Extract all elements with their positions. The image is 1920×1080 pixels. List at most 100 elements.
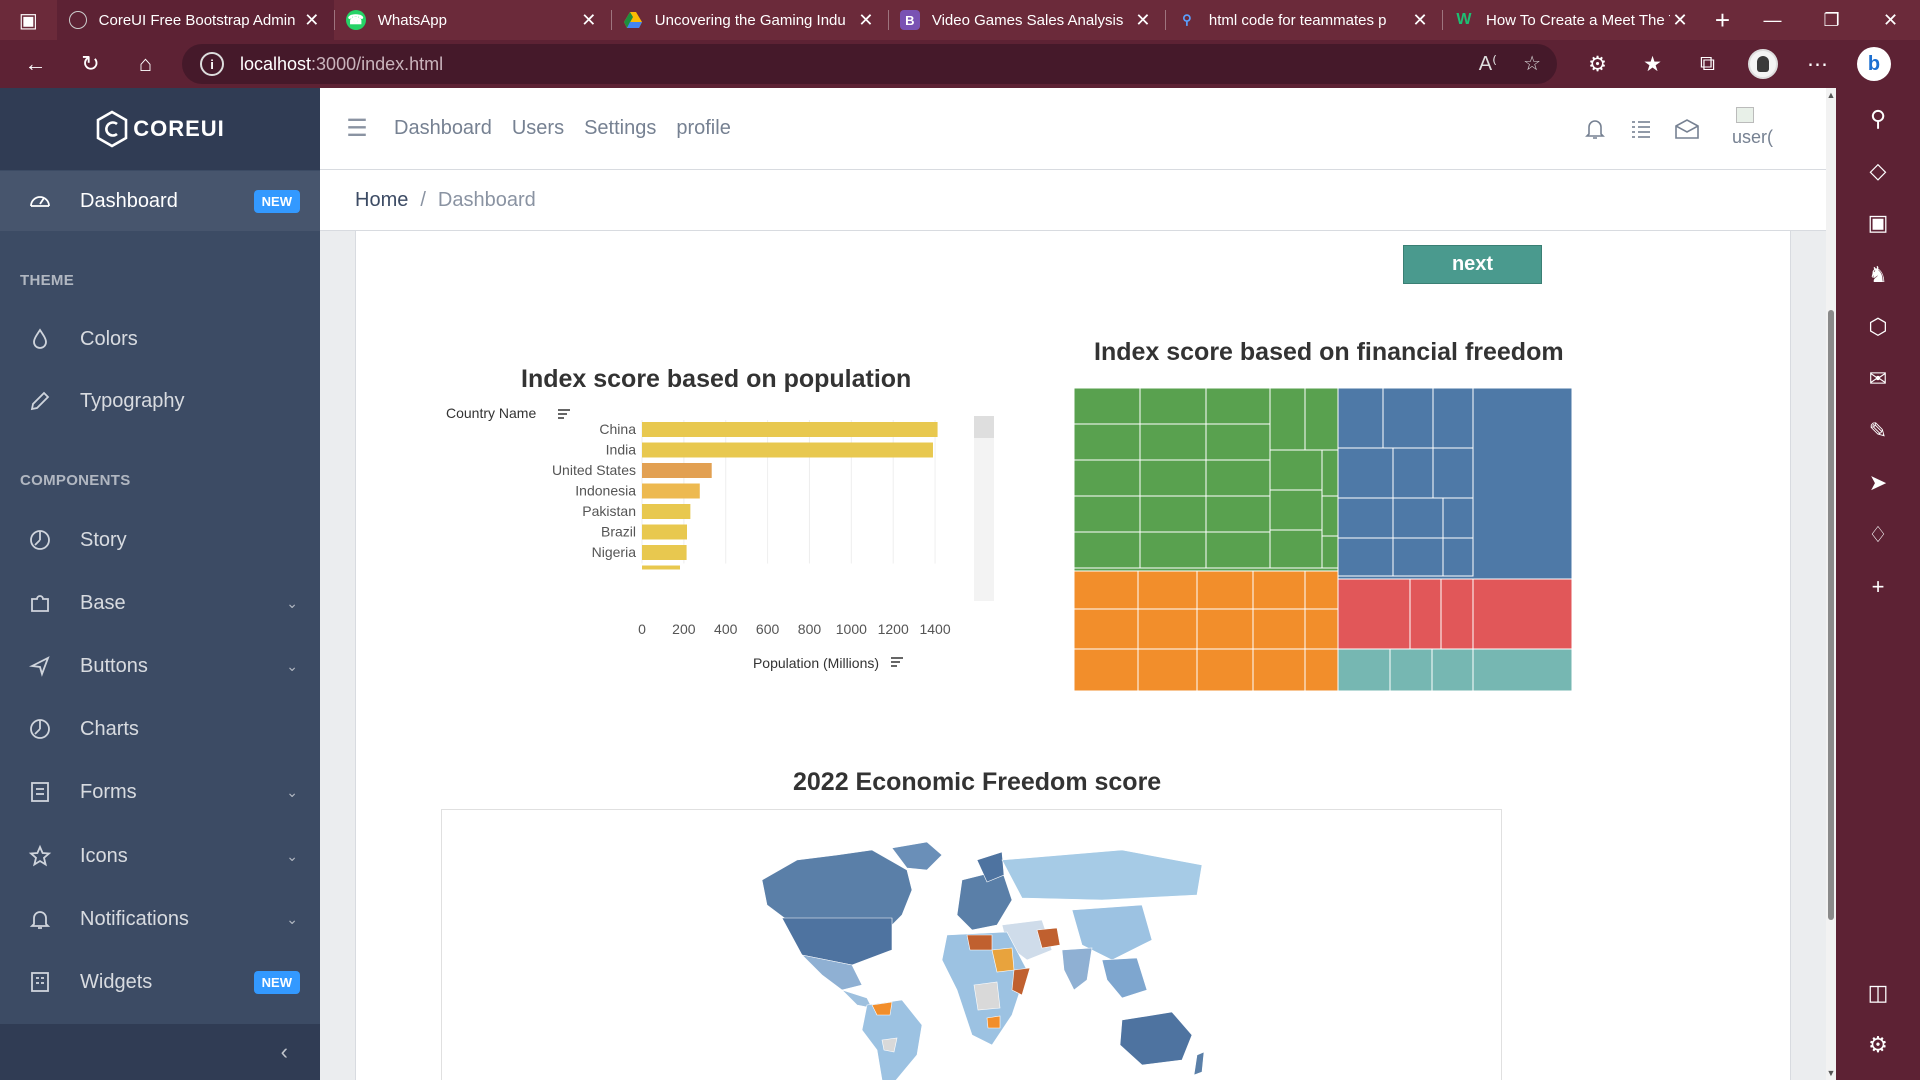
treemap-cell[interactable] (1074, 388, 1141, 425)
chart-scrollbar[interactable] (974, 416, 994, 601)
treemap-cell[interactable] (1337, 578, 1411, 650)
treemap-cell[interactable] (1337, 497, 1394, 539)
treemap-cell[interactable] (1252, 570, 1306, 610)
treemap-cell[interactable] (1074, 423, 1141, 461)
favorites-icon[interactable]: ★ (1625, 52, 1680, 77)
close-icon[interactable]: ✕ (856, 10, 876, 31)
treemap-cell[interactable] (1337, 447, 1394, 499)
new-tab-icon[interactable]: + (1702, 0, 1743, 40)
sidebar-item-widgets[interactable]: Widgets NEW (0, 952, 320, 1012)
sidebar-item-notifications[interactable]: Notifications ⌄ (0, 889, 320, 949)
close-window-icon[interactable]: ✕ (1861, 0, 1920, 40)
browser-tab[interactable]: Uncovering the Gaming Indu ✕ (610, 0, 888, 40)
treemap-cell[interactable] (1409, 578, 1442, 650)
games-icon[interactable]: ♞ (1836, 262, 1920, 288)
treemap-cell[interactable] (1139, 388, 1207, 425)
breadcrumb-home[interactable]: Home (355, 189, 408, 212)
sidebar-item-typography[interactable]: Typography (0, 371, 320, 431)
chart-scrollbar-thumb[interactable] (974, 416, 994, 438)
envelope-icon[interactable] (1664, 117, 1710, 141)
treemap-cell[interactable] (1337, 648, 1391, 692)
sidebar-item-charts[interactable]: Charts (0, 699, 320, 759)
browser-tab[interactable]: ☎ WhatsApp ✕ (333, 0, 611, 40)
treemap-cell[interactable] (1139, 423, 1207, 461)
page-scrollbar[interactable]: ▲ ▼ (1826, 88, 1836, 1080)
treemap-cell[interactable] (1139, 531, 1207, 569)
treemap-cell[interactable] (1196, 570, 1254, 610)
add-icon[interactable]: + (1836, 574, 1920, 600)
profile-avatar[interactable] (1735, 49, 1790, 79)
header-nav-users[interactable]: Users (512, 117, 564, 140)
close-icon[interactable]: ✕ (302, 10, 322, 31)
treemap-cell[interactable] (1205, 495, 1271, 533)
sidebar-item-base[interactable]: Base ⌄ (0, 573, 320, 633)
sort-icon[interactable] (558, 409, 570, 419)
treemap-cell[interactable] (1205, 423, 1271, 461)
bing-icon[interactable]: b (1857, 47, 1891, 81)
treemap-cell[interactable] (1389, 648, 1433, 692)
url-field[interactable]: i localhost :3000/index.html A⁽ ☆ (182, 44, 1557, 84)
treemap-cell[interactable] (1137, 570, 1198, 610)
treemap-cell[interactable] (1431, 648, 1474, 692)
read-aloud-icon[interactable]: A⁽ (1479, 51, 1497, 76)
sort-icon[interactable] (891, 657, 903, 667)
chevron-left-icon[interactable]: ‹ (281, 1039, 288, 1065)
tag-icon[interactable]: ◇ (1836, 158, 1920, 184)
site-info-icon[interactable]: i (200, 52, 224, 76)
sidebar-item-forms[interactable]: Forms ⌄ (0, 762, 320, 822)
treemap-cell[interactable] (1196, 648, 1254, 692)
tab-actions-icon[interactable]: ▣ (0, 0, 57, 40)
treemap-cell[interactable] (1337, 388, 1384, 449)
header-nav-dashboard[interactable]: Dashboard (394, 117, 492, 140)
treemap-cell[interactable] (1442, 497, 1474, 539)
treemap-cell[interactable] (1304, 388, 1339, 451)
bar[interactable] (642, 524, 688, 540)
avatar[interactable]: user( (1732, 107, 1792, 151)
browser-tab[interactable]: CoreUI Free Bootstrap Admin ✕ (56, 0, 334, 40)
header-nav-profile[interactable]: profile (676, 117, 730, 140)
split-screen-icon[interactable]: ◫ (1836, 980, 1920, 1006)
bar[interactable] (642, 504, 691, 519)
treemap-cell[interactable] (1074, 459, 1141, 497)
home-icon[interactable]: ⌂ (118, 40, 173, 88)
treemap-cell[interactable] (1269, 489, 1323, 531)
reload-icon[interactable]: ↻ (63, 40, 118, 88)
close-icon[interactable]: ✕ (1410, 10, 1430, 31)
sidebar-item-buttons[interactable]: Buttons ⌄ (0, 636, 320, 696)
treemap-cell[interactable] (1321, 495, 1339, 537)
extensions-icon[interactable]: ⚙ (1570, 52, 1625, 77)
close-icon[interactable]: ✕ (1133, 10, 1153, 31)
scroll-down-icon[interactable]: ▼ (1826, 1068, 1836, 1078)
browser-tab[interactable]: ⚲ html code for teammates p ✕ (1164, 0, 1442, 40)
sidebar-toggler[interactable]: ‹ (0, 1024, 320, 1080)
sidebar-item-colors[interactable]: Colors (0, 309, 320, 369)
treemap-cell[interactable] (1432, 388, 1474, 449)
bar[interactable] (642, 422, 938, 437)
menu-icon[interactable]: ☰ (320, 114, 394, 143)
back-icon[interactable]: ← (8, 40, 63, 88)
search-icon[interactable]: ⚲ (1836, 106, 1920, 132)
scrollbar-thumb[interactable] (1828, 310, 1834, 920)
treemap-cell[interactable] (1269, 529, 1323, 569)
close-icon[interactable]: ✕ (1670, 10, 1690, 31)
treemap-cell[interactable] (1337, 537, 1394, 577)
treemap-cell[interactable] (1269, 388, 1306, 451)
close-icon[interactable]: ✕ (579, 10, 599, 31)
treemap-cell[interactable] (1252, 608, 1306, 650)
bar[interactable] (642, 442, 933, 458)
task-list-icon[interactable] (1618, 117, 1664, 141)
sidebar-item-story[interactable]: Story (0, 510, 320, 570)
briefcase-icon[interactable]: ▣ (1836, 210, 1920, 236)
treemap-cell[interactable] (1196, 608, 1254, 650)
treemap-cell[interactable] (1392, 537, 1444, 577)
designer-icon[interactable]: ✎ (1836, 418, 1920, 444)
bar[interactable] (642, 463, 712, 478)
treemap-cell[interactable] (1205, 388, 1271, 425)
brand-logo[interactable]: COREUI (0, 88, 320, 170)
sidebar-item-dashboard[interactable]: Dashboard NEW (0, 171, 320, 231)
treemap-cell[interactable] (1074, 570, 1139, 610)
add-favorite-icon[interactable]: ☆ (1523, 51, 1541, 76)
treemap-cell[interactable] (1137, 608, 1198, 650)
treemap-cell[interactable] (1074, 495, 1141, 533)
treemap-cell[interactable] (1321, 535, 1339, 569)
